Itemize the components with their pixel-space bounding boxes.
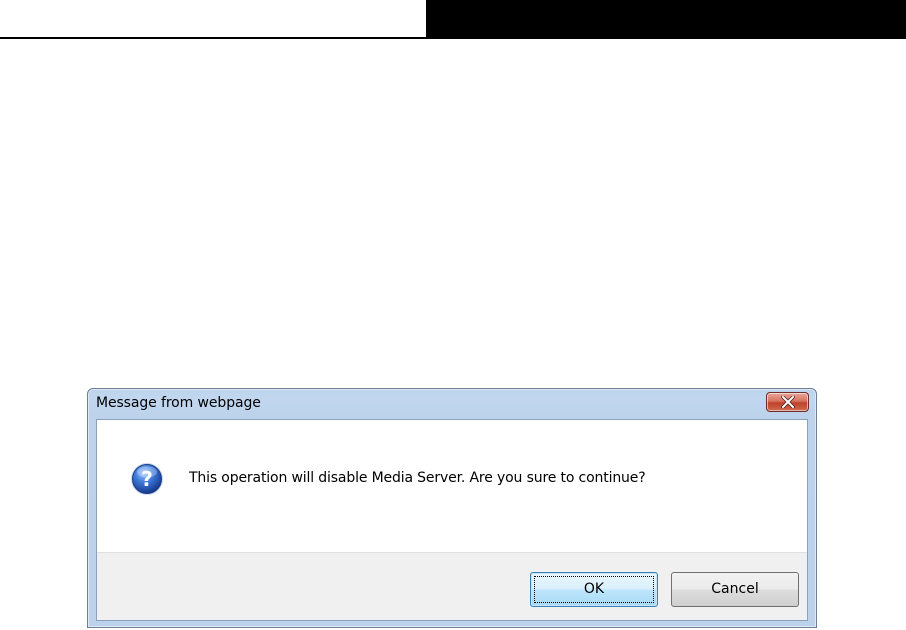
- dialog-title-bar[interactable]: Message from webpage: [88, 389, 816, 419]
- message-dialog: Message from webpage ? This operation wi…: [87, 388, 817, 628]
- close-button[interactable]: [766, 392, 809, 412]
- dialog-title: Message from webpage: [96, 395, 261, 411]
- svg-text:?: ?: [141, 467, 153, 491]
- cancel-button[interactable]: Cancel: [671, 572, 799, 607]
- close-icon: [781, 396, 795, 408]
- header-rule: [0, 37, 906, 39]
- page: Message from webpage ? This operation wi…: [0, 0, 906, 630]
- dialog-client-area: ? This operation will disable Media Serv…: [96, 419, 808, 621]
- ok-button-label: OK: [583, 581, 605, 597]
- header-black-bar: [426, 0, 906, 38]
- ok-button[interactable]: OK: [530, 572, 658, 607]
- question-icon: ?: [131, 463, 163, 495]
- dialog-button-bar: OK Cancel: [97, 552, 807, 620]
- dialog-content: ? This operation will disable Media Serv…: [97, 420, 807, 552]
- dialog-message: This operation will disable Media Server…: [189, 470, 646, 486]
- cancel-button-label: Cancel: [711, 581, 759, 597]
